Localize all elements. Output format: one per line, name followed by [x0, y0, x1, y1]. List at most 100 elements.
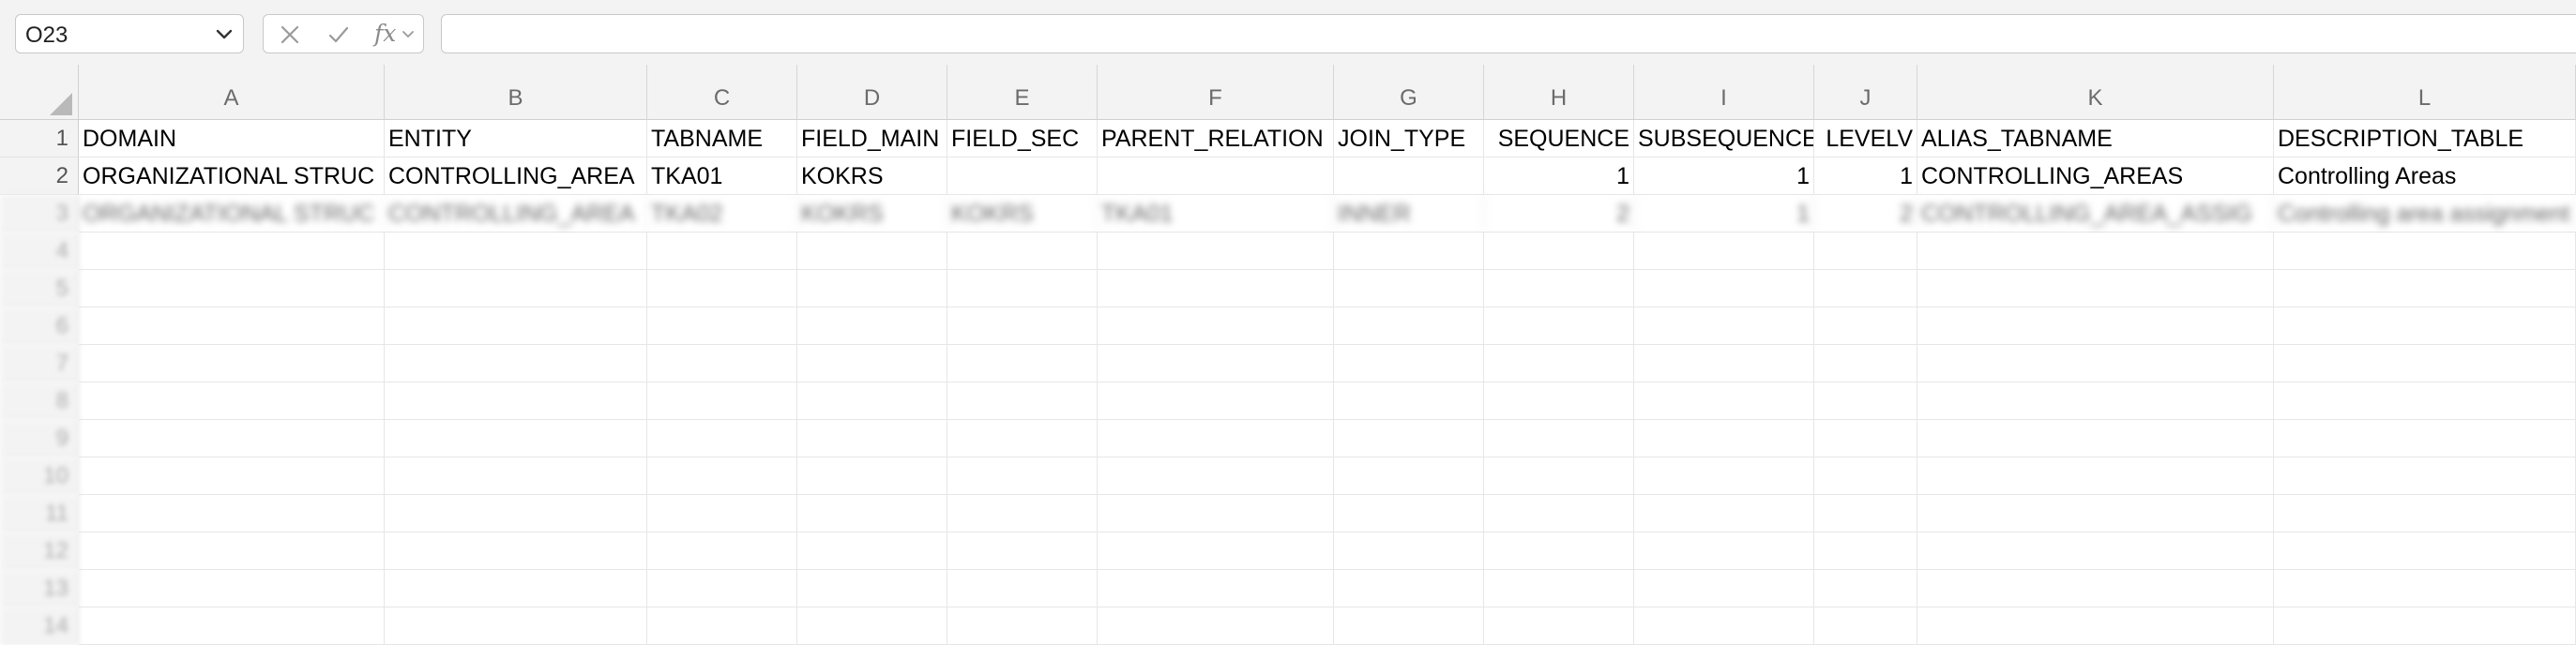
cell-d9[interactable] [797, 420, 947, 458]
row-header-6[interactable]: 6 [0, 308, 79, 345]
row-header-4[interactable]: 4 [0, 232, 79, 270]
column-header-h[interactable]: H [1484, 65, 1634, 120]
fx-icon[interactable]: fx [374, 20, 396, 47]
column-header-k[interactable]: K [1917, 65, 2274, 120]
row-header-12[interactable]: 12 [0, 532, 79, 570]
cell-f2[interactable] [1098, 158, 1334, 195]
cell-l10[interactable] [2274, 458, 2576, 495]
cell-k3[interactable]: CONTROLLING_AREA_ASSIG [1917, 195, 2274, 232]
cell-b3[interactable]: CONTROLLING_AREA [385, 195, 647, 232]
row-header-10[interactable]: 10 [0, 458, 79, 495]
cell-k14[interactable] [1917, 608, 2274, 645]
cell-j9[interactable] [1814, 420, 1917, 458]
cell-f10[interactable] [1098, 458, 1334, 495]
cell-k13[interactable] [1917, 570, 2274, 608]
fx-chevron-down-icon[interactable] [401, 26, 416, 41]
cell-c12[interactable] [647, 532, 797, 570]
cell-d10[interactable] [797, 458, 947, 495]
cell-c8[interactable] [647, 382, 797, 420]
cell-g5[interactable] [1334, 270, 1484, 308]
column-header-l[interactable]: L [2274, 65, 2576, 120]
cell-b4[interactable] [385, 232, 647, 270]
cell-a1[interactable]: DOMAIN [79, 120, 385, 158]
cell-a13[interactable] [79, 570, 385, 608]
cell-l14[interactable] [2274, 608, 2576, 645]
cell-b14[interactable] [385, 608, 647, 645]
row-header-7[interactable]: 7 [0, 345, 79, 382]
cell-j2[interactable]: 1 [1814, 158, 1917, 195]
cell-k5[interactable] [1917, 270, 2274, 308]
cell-e3[interactable]: KOKRS [947, 195, 1098, 232]
cell-i9[interactable] [1634, 420, 1814, 458]
cell-i2[interactable]: 1 [1634, 158, 1814, 195]
cell-e12[interactable] [947, 532, 1098, 570]
cell-j3[interactable]: 2 [1814, 195, 1917, 232]
cell-k9[interactable] [1917, 420, 2274, 458]
cell-j10[interactable] [1814, 458, 1917, 495]
column-header-e[interactable]: E [947, 65, 1098, 120]
row-header-11[interactable]: 11 [0, 495, 79, 532]
cell-h13[interactable] [1484, 570, 1634, 608]
cell-g4[interactable] [1334, 232, 1484, 270]
cell-j4[interactable] [1814, 232, 1917, 270]
cell-b7[interactable] [385, 345, 647, 382]
cell-h3[interactable]: 2 [1484, 195, 1634, 232]
cell-b2[interactable]: CONTROLLING_AREA [385, 158, 647, 195]
cell-k12[interactable] [1917, 532, 2274, 570]
column-header-g[interactable]: G [1334, 65, 1484, 120]
cell-k7[interactable] [1917, 345, 2274, 382]
name-box[interactable]: O23 [15, 14, 244, 53]
cell-i3[interactable]: 1 [1634, 195, 1814, 232]
column-header-j[interactable]: J [1814, 65, 1917, 120]
cell-h11[interactable] [1484, 495, 1634, 532]
cell-d1[interactable]: FIELD_MAIN [797, 120, 947, 158]
confirm-icon[interactable] [326, 22, 352, 48]
cell-l6[interactable] [2274, 308, 2576, 345]
column-header-b[interactable]: B [385, 65, 647, 120]
row-header-9[interactable]: 9 [0, 420, 79, 458]
cell-k8[interactable] [1917, 382, 2274, 420]
formula-input[interactable] [441, 14, 2576, 53]
cell-b13[interactable] [385, 570, 647, 608]
cell-f3[interactable]: TKA01 [1098, 195, 1334, 232]
cell-l13[interactable] [2274, 570, 2576, 608]
cell-a11[interactable] [79, 495, 385, 532]
cell-k11[interactable] [1917, 495, 2274, 532]
cell-a2[interactable]: ORGANIZATIONAL STRUC [79, 158, 385, 195]
cell-j5[interactable] [1814, 270, 1917, 308]
cell-e13[interactable] [947, 570, 1098, 608]
cell-i10[interactable] [1634, 458, 1814, 495]
cell-h5[interactable] [1484, 270, 1634, 308]
cell-e11[interactable] [947, 495, 1098, 532]
column-header-i[interactable]: I [1634, 65, 1814, 120]
cell-g13[interactable] [1334, 570, 1484, 608]
cell-b6[interactable] [385, 308, 647, 345]
cell-i4[interactable] [1634, 232, 1814, 270]
cell-f8[interactable] [1098, 382, 1334, 420]
cell-a3[interactable]: ORGANIZATIONAL STRUC [79, 195, 385, 232]
cell-l2[interactable]: Controlling Areas [2274, 158, 2576, 195]
cell-b1[interactable]: ENTITY [385, 120, 647, 158]
select-all-corner[interactable] [0, 65, 79, 120]
column-header-a[interactable]: A [79, 65, 385, 120]
cell-l12[interactable] [2274, 532, 2576, 570]
cell-l5[interactable] [2274, 270, 2576, 308]
cell-l9[interactable] [2274, 420, 2576, 458]
cell-f6[interactable] [1098, 308, 1334, 345]
cell-a9[interactable] [79, 420, 385, 458]
cell-e7[interactable] [947, 345, 1098, 382]
cell-i13[interactable] [1634, 570, 1814, 608]
cell-a14[interactable] [79, 608, 385, 645]
cell-e9[interactable] [947, 420, 1098, 458]
cell-i7[interactable] [1634, 345, 1814, 382]
cell-e6[interactable] [947, 308, 1098, 345]
cell-d4[interactable] [797, 232, 947, 270]
cell-i8[interactable] [1634, 382, 1814, 420]
cell-a5[interactable] [79, 270, 385, 308]
cell-c13[interactable] [647, 570, 797, 608]
cell-c2[interactable]: TKA01 [647, 158, 797, 195]
cell-k10[interactable] [1917, 458, 2274, 495]
cell-c3[interactable]: TKA02 [647, 195, 797, 232]
cell-e14[interactable] [947, 608, 1098, 645]
cell-f5[interactable] [1098, 270, 1334, 308]
